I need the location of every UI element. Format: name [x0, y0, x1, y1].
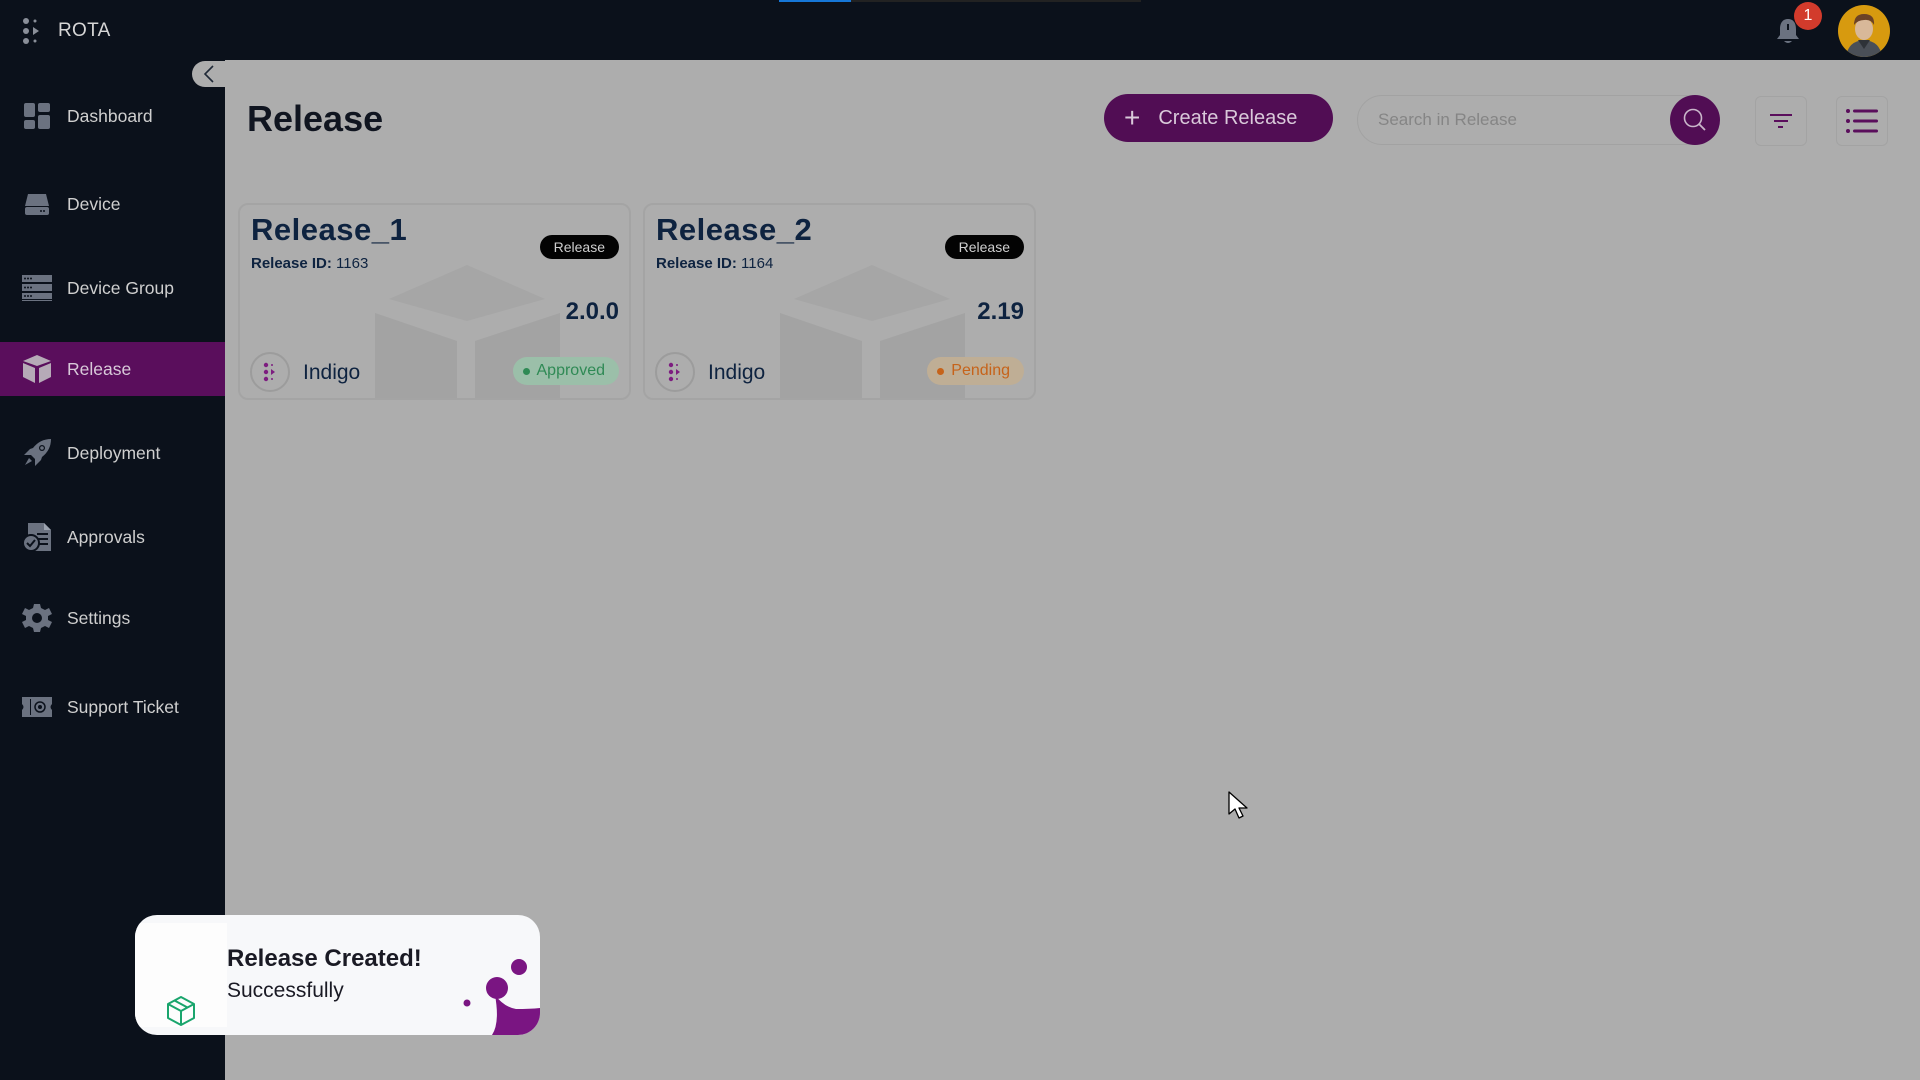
success-toast[interactable]: Release Created! Successfully: [135, 915, 540, 1035]
org-name: Indigo: [303, 361, 361, 384]
search-icon: [1683, 108, 1706, 131]
org-logo: [655, 352, 695, 392]
decorative-splash-icon: [463, 959, 540, 1035]
page-load-progress-fill: [779, 0, 852, 2]
sidebar-item-support-ticket[interactable]: Support Ticket: [0, 680, 225, 734]
sidebar-item-label: Release: [67, 358, 132, 379]
release-card[interactable]: Release_1 Release ID: 1163 Release 2.0.0…: [238, 203, 631, 400]
page-title: Release: [247, 98, 384, 139]
filter-icon: [1770, 114, 1792, 128]
top-bar: ROTA 1: [0, 0, 1920, 60]
release-id-value: 1163: [336, 255, 369, 272]
brand[interactable]: ROTA: [22, 16, 111, 46]
sidebar-item-deployment[interactable]: Deployment: [0, 426, 225, 480]
release-id: Release ID: 1163: [251, 255, 368, 272]
release-name: Release_1: [251, 212, 408, 247]
release-id-label: Release ID:: [251, 255, 332, 272]
app-name: ROTA: [58, 20, 111, 41]
filter-button[interactable]: [1755, 96, 1807, 146]
sidebar-item-label: Support Ticket: [67, 696, 179, 717]
release-type-tag: Release: [944, 235, 1024, 259]
org-name: Indigo: [708, 361, 766, 384]
search-box: [1357, 95, 1717, 145]
sidebar-item-device[interactable]: Device: [0, 177, 225, 231]
document-check-icon: [22, 522, 52, 552]
release-id: Release ID: 1164: [656, 255, 773, 272]
search-button[interactable]: [1670, 95, 1720, 145]
search-input[interactable]: [1378, 96, 1648, 144]
page-load-progress: [779, 0, 1141, 2]
package-icon: [167, 996, 195, 1026]
release-card[interactable]: Release_2 Release ID: 1164 Release 2.19 …: [643, 203, 1036, 400]
sidebar-collapse-button[interactable]: [192, 61, 225, 87]
sidebar-item-label: Dashboard: [67, 105, 153, 126]
notification-badge[interactable]: 1: [1794, 2, 1822, 30]
release-version: 2.0.0: [565, 298, 619, 325]
status-badge: Approved: [512, 357, 619, 385]
server-rack-icon: [22, 273, 52, 303]
sidebar-item-settings[interactable]: Settings: [0, 591, 225, 645]
sidebar-item-approvals[interactable]: Approvals: [0, 510, 225, 564]
sidebar-item-device-group[interactable]: Device Group: [0, 261, 225, 315]
chevron-left-icon: [203, 65, 214, 83]
plus-icon: +: [1124, 102, 1141, 133]
release-version: 2.19: [977, 298, 1024, 325]
create-release-label: Create Release: [1158, 106, 1298, 129]
create-release-button[interactable]: + Create Release: [1104, 94, 1333, 142]
release-type-tag: Release: [539, 235, 619, 259]
release-name: Release_2: [656, 212, 813, 247]
org-logo-icon: [668, 362, 680, 382]
user-avatar[interactable]: [1838, 5, 1890, 57]
sidebar-item-label: Device: [67, 193, 121, 214]
org-logo-icon: [263, 362, 275, 382]
rota-logo-icon: [23, 18, 39, 44]
sidebar-item-label: Deployment: [67, 442, 161, 463]
gear-icon: [22, 603, 52, 633]
cube-icon: [22, 354, 52, 384]
toast-title: Release Created!: [227, 945, 422, 972]
sidebar-item-label: Settings: [67, 607, 131, 628]
sidebar-item-label: Device Group: [67, 277, 174, 298]
user-avatar-icon: [1846, 14, 1882, 57]
toast-message: Successfully: [227, 979, 344, 1002]
list-view-button[interactable]: [1836, 96, 1888, 146]
rocket-icon: [22, 438, 52, 468]
release-id-value: 1164: [741, 255, 774, 272]
list-view-icon: [1846, 109, 1878, 133]
sidebar-item-release[interactable]: Release: [0, 342, 225, 396]
sidebar-item-dashboard[interactable]: Dashboard: [0, 89, 225, 143]
dashboard-grid-icon: [22, 101, 52, 131]
sidebar-item-label: Approvals: [67, 526, 145, 547]
status-badge: Pending: [927, 357, 1024, 385]
ticket-icon: [22, 692, 52, 722]
hard-drive-icon: [22, 189, 52, 219]
release-id-label: Release ID:: [656, 255, 737, 272]
org-logo: [250, 352, 290, 392]
